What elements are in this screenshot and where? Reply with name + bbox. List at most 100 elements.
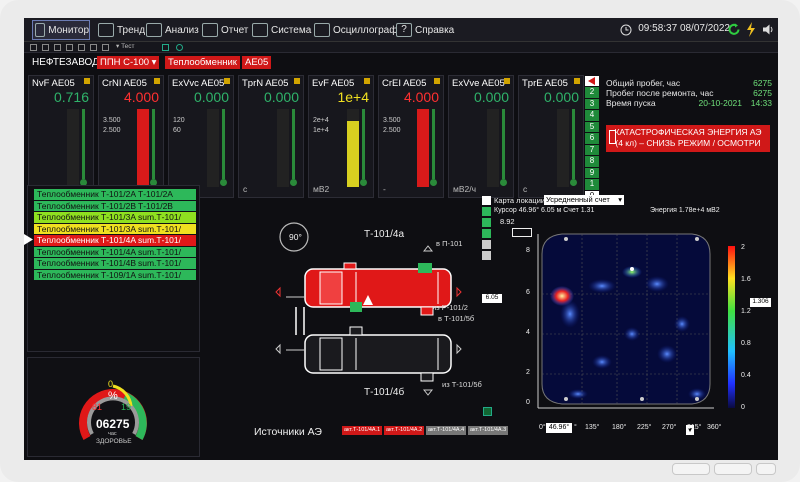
- menu-trend[interactable]: Тренд: [96, 20, 145, 40]
- menu-help[interactable]: ? Справка: [394, 20, 454, 40]
- gauge-thermometer: [432, 109, 435, 179]
- gauge-title: NvF AE05: [32, 78, 75, 89]
- map-color-tick: 2: [741, 244, 745, 251]
- hardware-button-3[interactable]: [756, 463, 776, 475]
- list-item[interactable]: Теплообменник Т-101/4А sum.Т-101/: [34, 235, 196, 246]
- menu-monitor[interactable]: Монитор: [32, 20, 90, 40]
- tool-icon-5[interactable]: [78, 44, 85, 51]
- map-color-tick: 1.6: [741, 276, 751, 283]
- health-right-value: 19: [121, 402, 132, 412]
- tool-icon-9[interactable]: [176, 44, 183, 51]
- gauge-2[interactable]: ExVvc AE050.000120601/ч: [168, 75, 234, 198]
- map-x-cursor: 46.96°: [546, 423, 572, 433]
- gauge-title: TprE AE05: [522, 78, 568, 89]
- source-tag[interactable]: акт.Т-101/4А.2: [384, 426, 425, 435]
- gauge-value: 4.000: [123, 89, 159, 105]
- health-panel: 0 % 81 19 06275 час ЗДОРОВЬЕ: [27, 357, 200, 457]
- tool-icon-7[interactable]: [102, 44, 109, 51]
- menu-bar: Монитор Тренд Анализ Отчет Система Осцил…: [24, 18, 778, 42]
- gauge-7[interactable]: TprE AE05 0.000 с: [518, 75, 584, 198]
- gauge-bar-fill: [417, 109, 429, 187]
- gauge-limit-high: 120: [173, 117, 185, 124]
- health-hours: 06275: [96, 417, 130, 431]
- list-item[interactable]: Теплообменник Т-101/2А Т-101/2А: [34, 189, 196, 200]
- device-frame: Монитор Тренд Анализ Отчет Система Осцил…: [0, 0, 800, 482]
- tool-icon-4[interactable]: [66, 44, 73, 51]
- tool-icon-1[interactable]: [30, 44, 37, 51]
- list-item[interactable]: Теплообменник Т-101/4В sum.Т-101/: [34, 258, 196, 269]
- gauge-title: TprN AE05: [242, 78, 289, 89]
- gauge-value: 0.716: [53, 89, 89, 105]
- gauge-1[interactable]: CrNI AE054.0003.5002.500-: [98, 75, 164, 198]
- gauge-thermometer: [572, 109, 575, 179]
- list-item[interactable]: Теплообменник Т-101/4А sum.Т-101/: [34, 246, 196, 257]
- hardware-button-2[interactable]: [714, 463, 752, 475]
- gauge-limit-high: 2e+4: [313, 117, 329, 124]
- gauge-thermometer: [82, 109, 85, 179]
- gauge-limit-low: 1e+4: [313, 127, 329, 134]
- gauge-flag-icon: [434, 78, 440, 84]
- map-color-tick: 0.4: [741, 372, 751, 379]
- list-item[interactable]: Теплообменник Т-101/2В Т-101/2В: [34, 200, 196, 211]
- location-map[interactable]: [482, 194, 772, 422]
- ladder-level: 6: [585, 133, 599, 144]
- menu-report[interactable]: Отчет: [200, 20, 248, 40]
- gauge-title: CrEI AE05: [382, 78, 427, 89]
- gauge-title: ExVvc AE05: [172, 78, 225, 89]
- test-dropdown[interactable]: ▾ Тест: [116, 42, 135, 50]
- gauge-limit-high: 3.500: [103, 117, 121, 124]
- list-item[interactable]: Теплообменник Т-109/1А sum.Т-101/: [34, 269, 196, 280]
- location-map-panel: Карта локации Усредненный счет ▾ Курсор 4…: [482, 194, 772, 433]
- bottom-exchanger-label: Т-101/4б: [364, 387, 405, 398]
- gauge-bar-track: [487, 109, 499, 187]
- unit-type-label: Теплообменник: [165, 56, 240, 69]
- tool-icon-8[interactable]: [162, 44, 169, 51]
- tool-icon-2[interactable]: [42, 44, 49, 51]
- gauge-thermometer: [152, 109, 155, 179]
- menu-system[interactable]: Система: [250, 20, 311, 40]
- tool-icon-6[interactable]: [90, 44, 97, 51]
- report-icon: [202, 23, 218, 37]
- map-x-tick: 135°: [585, 424, 600, 431]
- hardware-button-1[interactable]: [672, 463, 710, 475]
- gauge-bulb: [500, 179, 507, 186]
- list-item[interactable]: Теплообменник Т-101/3А sum.Т-101/: [34, 223, 196, 234]
- since-repair-value: 6275: [753, 88, 772, 98]
- menu-oscillograph[interactable]: Осциллограф: [312, 20, 397, 40]
- list-item[interactable]: Теплообменник Т-101/3А sum.Т-101/: [34, 212, 196, 223]
- gauge-4[interactable]: EvF AE05 1e+4 2e+4 1e+4 мВ2: [308, 75, 374, 198]
- gauge-6[interactable]: ExVve AE05 0.000 мВ2/ч: [448, 75, 514, 198]
- menu-analysis[interactable]: Анализ: [144, 20, 199, 40]
- gauge-5[interactable]: CrEI AE05 4.000 3.500 2.500-: [378, 75, 444, 198]
- ladder-level: 1: [585, 179, 599, 190]
- gauge-title: EvF AE05: [312, 78, 355, 89]
- gauge-flag-icon: [574, 78, 580, 84]
- tool-icon-3[interactable]: [54, 44, 61, 51]
- gauge-value: 1e+4: [337, 89, 369, 105]
- refresh-icon[interactable]: [728, 23, 741, 36]
- gauge-limit-high: 3.500: [383, 117, 401, 124]
- gauge-0[interactable]: NvF AE050.716-: [28, 75, 94, 198]
- health-top-value: 0: [108, 379, 114, 389]
- unit-selector[interactable]: ППН С-100 ▾: [97, 56, 160, 69]
- gauge-thermometer: [222, 109, 225, 179]
- ladder-level: 3: [585, 98, 599, 109]
- gauge-bar-fill: [347, 121, 359, 187]
- exchanger-schematic: 90° Т-101/4а в П-101 из Р-101/2 в Т-101/…: [206, 185, 496, 443]
- gauge-thermometer: [362, 109, 365, 179]
- ladder-level: 5: [585, 121, 599, 132]
- gauge-flag-icon: [154, 78, 160, 84]
- speaker-icon[interactable]: [762, 23, 775, 36]
- map-y-tick: 8: [526, 247, 530, 254]
- clock-icon: [620, 24, 632, 36]
- source-tag[interactable]: акт.Т-101/4А.4: [426, 426, 467, 435]
- map-x-tick: 360°: [707, 424, 722, 431]
- rotation-label: 90°: [289, 232, 302, 242]
- exchanger-list: Теплообменник Т-101/2А Т-101/2А Теплообмен…: [27, 185, 200, 352]
- source-tag[interactable]: акт.Т-101/4А.3: [468, 426, 509, 435]
- gauge-bar-track: [67, 109, 79, 187]
- map-y-tick: 0: [526, 399, 530, 406]
- location-bar: НЕФТЕЗАВОД ППН С-100 ▾ Теплообменник AE0…: [24, 54, 778, 70]
- gauge-3[interactable]: TprN AE05 0.000 с: [238, 75, 304, 198]
- source-tag[interactable]: акт.Т-101/4А.1: [342, 426, 383, 435]
